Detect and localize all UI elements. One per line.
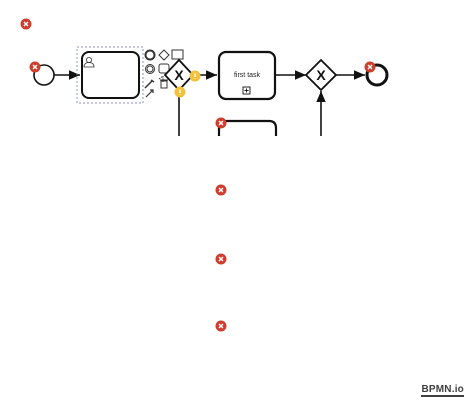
text-annotation-icon[interactable] (171, 49, 184, 60)
error-badge-icon[interactable] (215, 184, 227, 196)
gateway-marker: X (316, 67, 326, 83)
task[interactable] (217, 119, 278, 136)
warning-badge-icon[interactable] (189, 70, 201, 82)
error-badge-icon[interactable] (215, 117, 227, 129)
subprocess-marker-icon (242, 86, 251, 95)
error-badge-icon[interactable] (29, 61, 41, 73)
error-badge-icon[interactable] (364, 61, 376, 73)
error-badge-icon[interactable] (215, 320, 227, 332)
append-icon[interactable] (145, 89, 154, 98)
bpmn-io-logo[interactable]: BPMN.io (421, 384, 464, 397)
wrench-icon[interactable] (144, 79, 155, 89)
error-badge-icon[interactable] (215, 253, 227, 265)
gateway-marker: X (174, 67, 184, 83)
error-badge-icon[interactable] (20, 18, 32, 30)
delete-icon[interactable] (160, 79, 168, 89)
end-event-icon[interactable] (144, 49, 156, 61)
warning-badge-icon[interactable] (174, 86, 186, 98)
bpmn-canvas[interactable]: X first task X (0, 0, 474, 405)
gateway-icon[interactable] (158, 49, 170, 61)
task-label: first task (234, 72, 261, 79)
